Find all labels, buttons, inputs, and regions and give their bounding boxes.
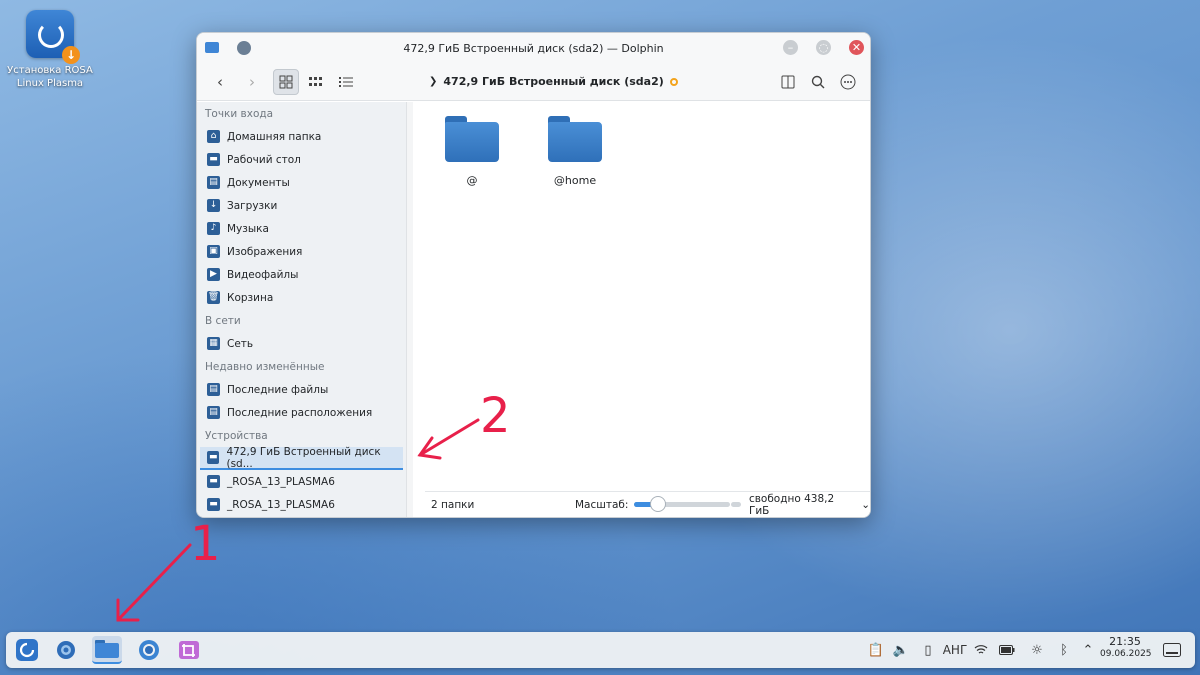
browser-taskbar-button[interactable]	[134, 636, 164, 664]
clock-date: 09.06.2025	[1100, 649, 1152, 659]
chevron-up-icon[interactable]: ⌃	[1078, 632, 1098, 668]
rosa-launcher-icon	[16, 639, 38, 661]
usb-drive-icon[interactable]: ▯	[918, 632, 938, 668]
show-desktop-icon	[1163, 643, 1181, 657]
digital-clock[interactable]: 21:35 09.06.2025	[1100, 635, 1152, 661]
screenshot-icon	[179, 641, 199, 659]
annotation-arrow-2	[418, 418, 480, 457]
app-launcher-button[interactable]	[12, 636, 42, 664]
wifi-icon[interactable]	[971, 632, 991, 668]
gear-icon	[57, 641, 75, 659]
clock-time: 21:35	[1109, 635, 1141, 648]
show-desktop-button[interactable]	[1158, 632, 1186, 668]
battery-glyph-icon	[999, 645, 1015, 655]
browser-icon	[139, 640, 159, 660]
keyboard-layout-indicator[interactable]: АНГ	[938, 632, 972, 668]
system-settings-button[interactable]	[51, 636, 81, 664]
volume-icon[interactable]: 🔈	[891, 632, 911, 668]
brightness-icon[interactable]: ☼	[1026, 632, 1048, 668]
annotation-arrows	[116, 418, 480, 622]
dolphin-taskbar-button[interactable]	[92, 636, 122, 664]
annotation-label-2: 2	[480, 388, 511, 444]
annotation-label-1: 1	[190, 516, 221, 572]
clipboard-icon[interactable]: 📋	[866, 632, 886, 668]
folder-icon	[95, 640, 119, 658]
wifi-glyph-icon	[974, 645, 988, 654]
taskbar: 📋 🔈 ▯ АНГ ☼ ᛒ ⌃ 21:35 09.06.2025	[6, 632, 1195, 668]
battery-icon[interactable]	[996, 632, 1018, 668]
screenshot-taskbar-button[interactable]	[174, 636, 204, 664]
annotation-arrow-1	[116, 543, 192, 622]
bluetooth-icon[interactable]: ᛒ	[1054, 632, 1074, 668]
